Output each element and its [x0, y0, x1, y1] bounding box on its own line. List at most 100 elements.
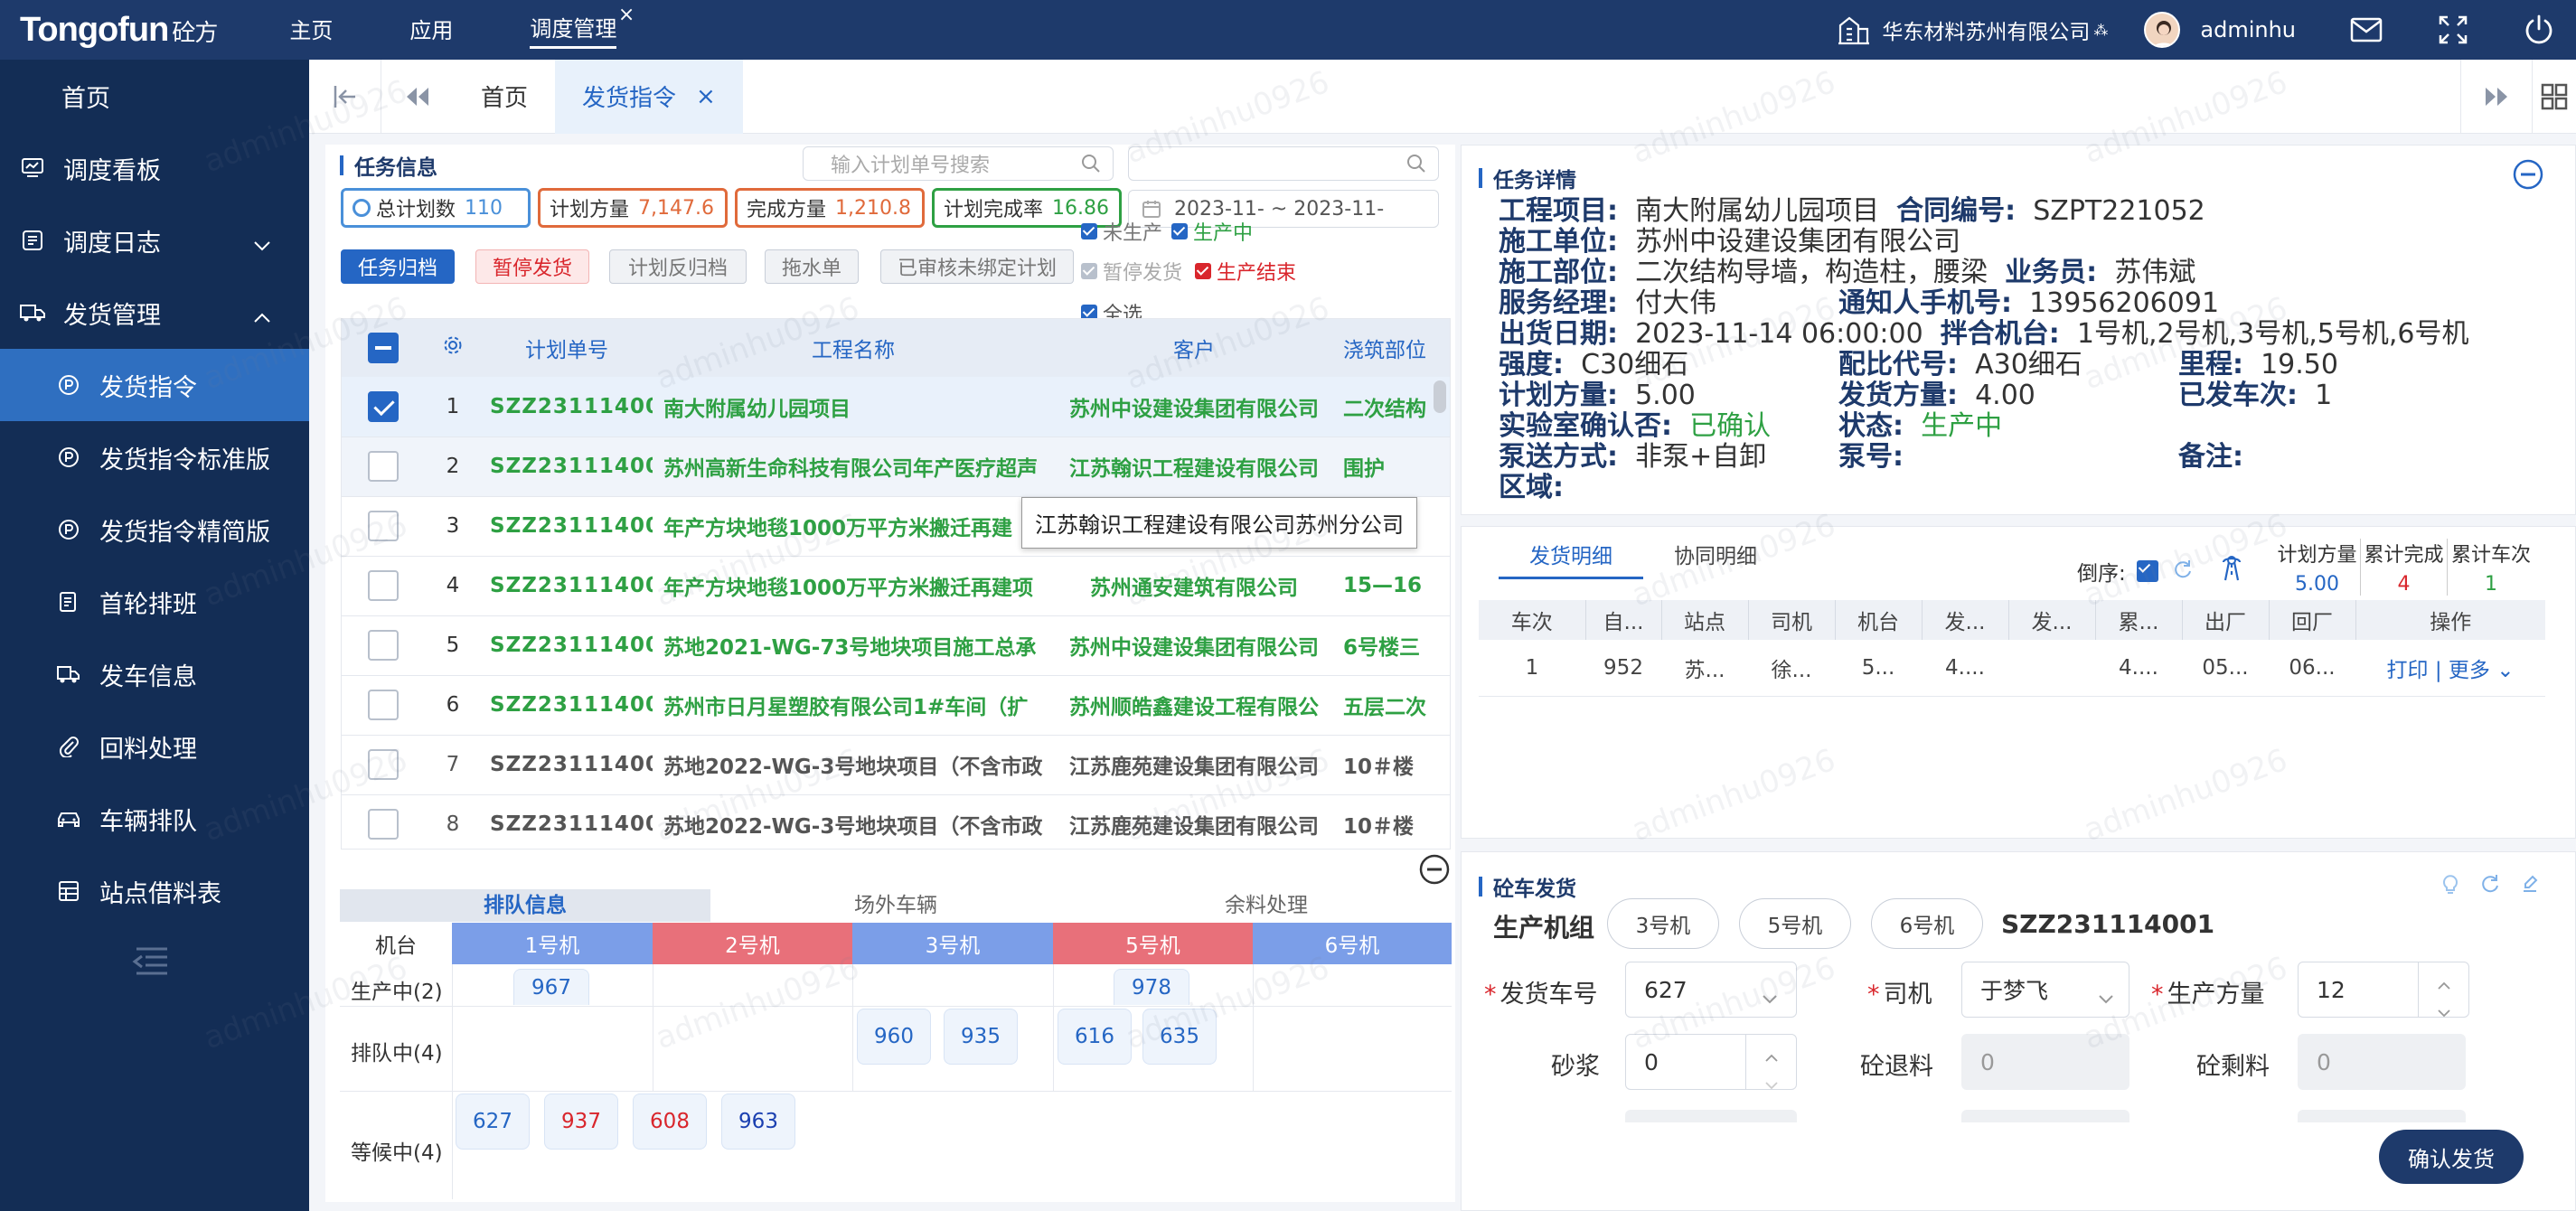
tab-leftover[interactable]: 余料处理 — [1081, 889, 1452, 922]
avatar[interactable] — [2144, 12, 2181, 48]
table-row[interactable]: 6 SZZ23111400 苏州市日月星塑胶有限公司1#车间（扩 苏州顺皓鑫建设工程有… — [342, 675, 1450, 736]
shipment-row[interactable]: 1 952 苏... 徐... 5... 4.... 4.... 05... 06... 打印 |… — [1479, 640, 2545, 696]
queue-chip[interactable]: 608 — [633, 1094, 707, 1150]
collapse-icon[interactable] — [2513, 159, 2543, 193]
col-customer[interactable]: 客户 — [1054, 319, 1334, 377]
shipment-col[interactable]: 发... — [1921, 600, 2008, 640]
stat-total-plans[interactable]: 总计划数 110 — [341, 188, 531, 228]
machine-1[interactable]: 1号机 — [452, 923, 653, 964]
tab-collab-detail[interactable]: 协同明细 — [1643, 539, 1788, 579]
checkbox-finished[interactable] — [1195, 263, 1212, 279]
search-input-2[interactable] — [1128, 146, 1439, 181]
grid-menu-icon[interactable] — [2533, 60, 2576, 134]
queue-chip[interactable]: 960 — [857, 1009, 931, 1065]
fullscreen-icon[interactable] — [2439, 15, 2468, 44]
company-switcher[interactable]: 华东材料苏州有限公司 ⁂ — [1837, 14, 2108, 45]
stepper-controls[interactable] — [1745, 1035, 1796, 1090]
stepper-up-icon[interactable] — [2437, 970, 2451, 996]
machine-3[interactable]: 3号机 — [852, 923, 1053, 964]
unarchive-button[interactable]: 计划反归档 — [609, 249, 747, 284]
collapse-icon[interactable] — [1419, 854, 1450, 888]
machine-2[interactable]: 2号机 — [653, 923, 852, 964]
row-checkbox[interactable] — [342, 735, 425, 795]
checkbox-producing[interactable] — [1171, 223, 1189, 239]
sidebar-item-dispatch-standard[interactable]: 发货指令标准版 — [0, 421, 309, 493]
sidebar-item-departure-info[interactable]: 发车信息 — [0, 638, 309, 710]
machine-pill-3[interactable]: 3号机 — [1607, 898, 1719, 949]
table-row[interactable]: 1 SZZ23111400 南大附属幼儿园项目 苏州中设建设集团有限公司 二次结构 — [342, 377, 1450, 437]
tab-offsite-vehicles[interactable]: 场外车辆 — [710, 889, 1081, 922]
archive-button[interactable]: 任务归档 — [341, 249, 455, 284]
queue-chip[interactable]: 616 — [1058, 1009, 1132, 1065]
topnav-dispatch[interactable]: 调度管理 × — [530, 4, 635, 49]
tab-queue-info[interactable]: 排队信息 — [340, 889, 710, 922]
col-pour-part[interactable]: 浇筑部位 — [1334, 319, 1450, 377]
close-icon[interactable]: × — [696, 83, 716, 110]
machine-pill-6[interactable]: 6号机 — [1871, 898, 1983, 949]
shipment-col[interactable]: 出厂 — [2181, 600, 2269, 640]
collapse-menu-icon[interactable] — [131, 945, 169, 981]
unbound-plan-button[interactable]: 已审核未绑定计划 — [880, 249, 1074, 284]
sidebar-item-vehicle-queue[interactable]: 车辆排队 — [0, 783, 309, 855]
search-icon[interactable] — [1080, 153, 1102, 180]
plan-search-input[interactable]: 输入计划单号搜索 — [803, 146, 1114, 181]
queue-chip[interactable]: 967 — [513, 969, 589, 1005]
tab-shipment-detail[interactable]: 发货明细 — [1499, 539, 1643, 579]
select-all-header[interactable] — [342, 319, 425, 377]
sidebar-item-dashboard[interactable]: 调度看板 — [0, 132, 309, 204]
queue-chip[interactable]: 627 — [456, 1094, 530, 1150]
stat-plan-volume[interactable]: 计划方量 7,147.6 — [538, 188, 728, 228]
topnav-apps[interactable]: 应用 — [409, 13, 453, 48]
row-checkbox[interactable] — [342, 496, 425, 557]
shipment-col[interactable]: 车次 — [1479, 600, 1585, 640]
queue-chip[interactable]: 978 — [1114, 969, 1189, 1005]
machine-6[interactable]: 6号机 — [1253, 923, 1452, 964]
row-checkbox[interactable] — [342, 675, 425, 736]
stat-done-volume[interactable]: 完成方量 1,210.8 — [735, 188, 925, 228]
sidebar-item-return-material[interactable]: 回料处理 — [0, 710, 309, 783]
refresh-icon[interactable] — [2173, 559, 2193, 584]
topnav-home[interactable]: 主页 — [289, 13, 333, 48]
table-row[interactable]: 4 SZZ23111400 年产方块地毯1000万平方米搬迁再建项 苏州通安建筑有限公… — [342, 556, 1450, 616]
sidebar-item-first-shift[interactable]: 首轮排班 — [0, 566, 309, 638]
shipment-col[interactable]: 累... — [2094, 600, 2182, 640]
checkbox-reverse-order[interactable] — [2136, 560, 2158, 582]
stepper-up-icon[interactable] — [1764, 1042, 1779, 1068]
shipment-col[interactable]: 发... — [2007, 600, 2095, 640]
checkbox-paused[interactable] — [1081, 263, 1097, 279]
road-icon[interactable] — [2216, 555, 2247, 587]
table-row[interactable]: 8 SZZ23111400 苏地2022-WG-3号地块项目（不含市政 江苏鹿苑建设集… — [342, 794, 1450, 849]
table-row[interactable]: 2 SZZ23111400 苏州高新生命科技有限公司年产医疗超声 江苏翰识工程建设有限… — [342, 437, 1450, 497]
row-checkbox[interactable] — [342, 556, 425, 616]
table-row[interactable]: 5 SZZ23111400 苏地2021-WG-73号地块项目施工总承 苏州中设建设集… — [342, 615, 1450, 676]
queue-chip[interactable]: 937 — [544, 1094, 618, 1150]
collapse-left-icon[interactable] — [309, 59, 381, 134]
scroll-tabs-left-icon[interactable] — [381, 60, 454, 134]
checkbox-unproduced[interactable] — [1081, 223, 1097, 239]
mail-icon[interactable] — [2350, 17, 2383, 42]
mortar-stepper[interactable]: 0 — [1625, 1034, 1797, 1090]
row-checkbox[interactable] — [342, 377, 425, 437]
queue-chip[interactable]: 963 — [721, 1094, 795, 1150]
tab-home[interactable]: 首页 — [454, 60, 555, 134]
table-scrollbar[interactable] — [1434, 380, 1446, 413]
sidebar-item-dispatch-lite[interactable]: 发货指令精简版 — [0, 493, 309, 566]
sidebar-item-log[interactable]: 调度日志 — [0, 204, 309, 277]
stepper-down-icon[interactable] — [1764, 1069, 1779, 1095]
driver-select[interactable]: 于梦飞 — [1961, 962, 2129, 1018]
pause-shipping-button[interactable]: 暂停发货 — [475, 249, 589, 284]
bulb-icon[interactable] — [2440, 873, 2460, 898]
power-icon[interactable] — [2524, 14, 2554, 45]
tab-dispatch-order[interactable]: 发货指令 × — [555, 59, 743, 134]
clear-icon[interactable] — [2520, 873, 2540, 898]
username[interactable]: adminhu — [2200, 17, 2296, 42]
col-project[interactable]: 工程名称 — [653, 319, 1054, 377]
search-icon[interactable] — [1406, 153, 1427, 180]
shipment-col[interactable]: 回厂 — [2268, 600, 2355, 640]
refresh-icon[interactable] — [2480, 873, 2500, 898]
table-row[interactable]: 7 SZZ23111400 苏地2022-WG-3号地块项目（不含市政 江苏鹿苑建设集… — [342, 735, 1450, 795]
sidebar-item-station-loan[interactable]: 站点借料表 — [0, 855, 309, 927]
stepper-controls[interactable] — [2418, 962, 2468, 1018]
water-slip-button[interactable]: 拖水单 — [765, 249, 859, 284]
confirm-shipment-button[interactable]: 确认发货 — [2379, 1130, 2524, 1184]
